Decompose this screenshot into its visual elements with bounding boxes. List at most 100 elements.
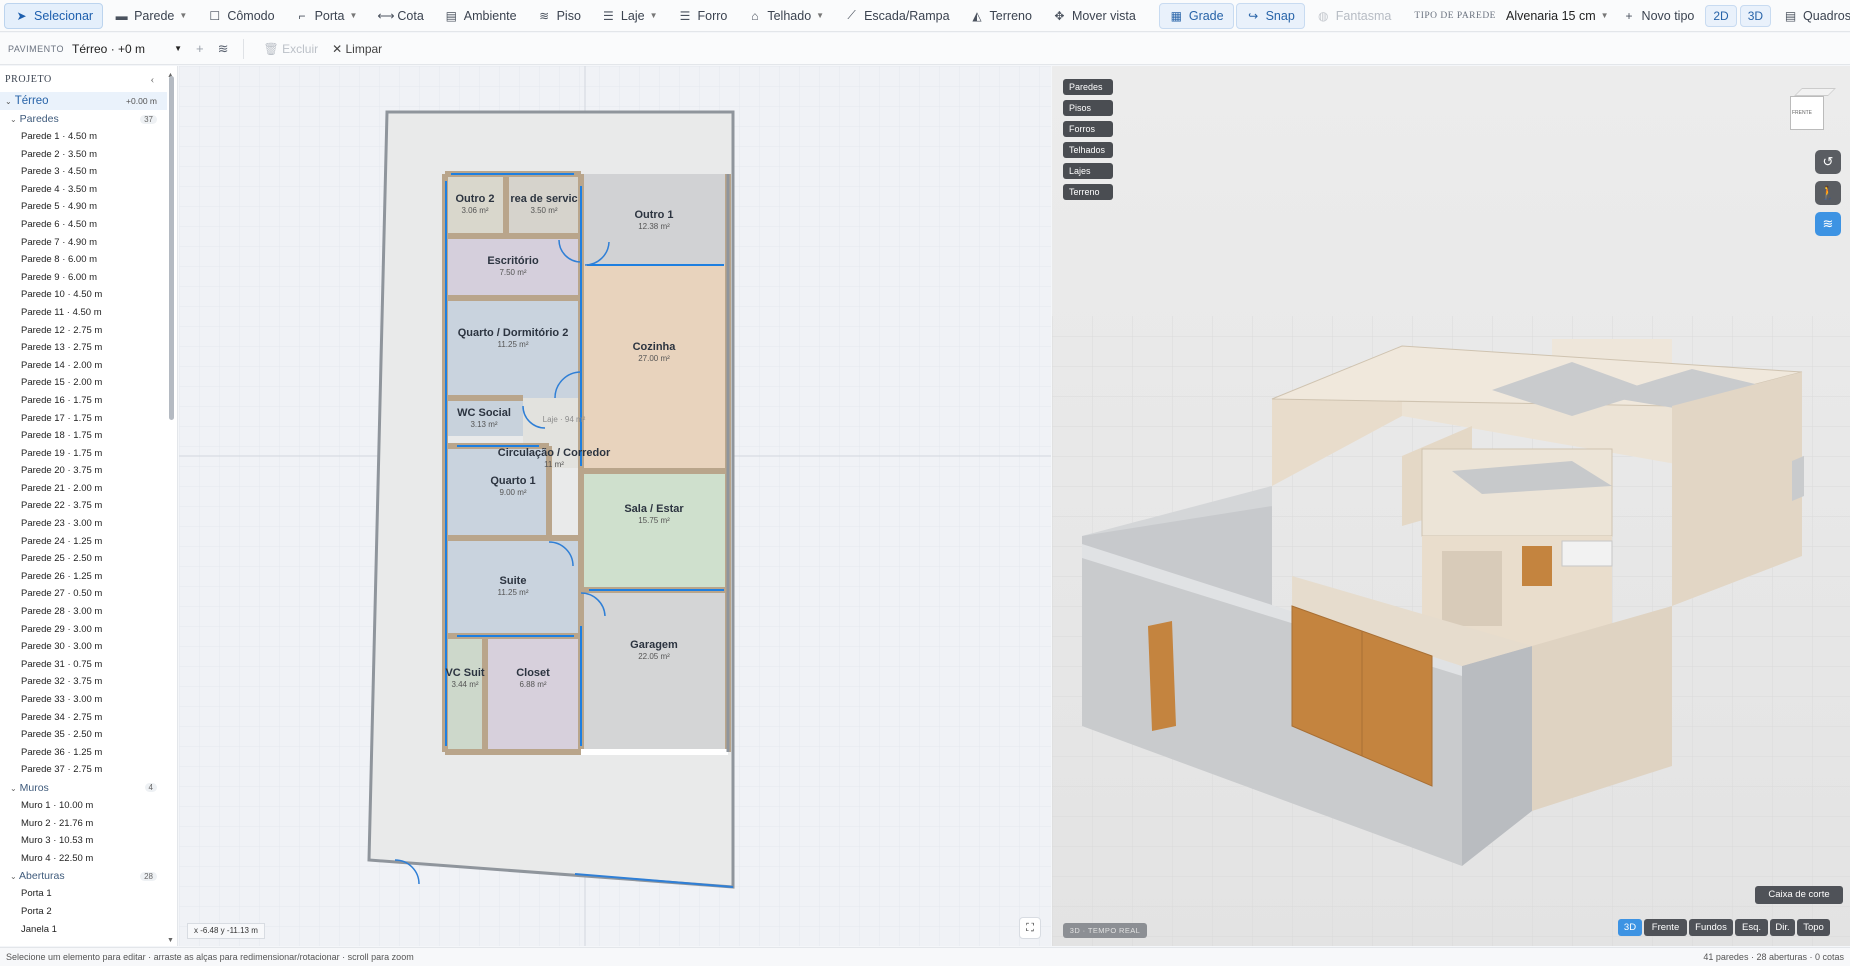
tool-floor-button[interactable]: ≋ Piso xyxy=(528,3,590,29)
wall-type-select[interactable]: Alvenaria 15 cm ▼ xyxy=(1502,4,1613,28)
tree-item[interactable]: Parede 23 · 3.00 m xyxy=(0,515,177,533)
tree-item[interactable]: Parede 28 · 3.00 m xyxy=(0,603,177,621)
tree-item[interactable]: Parede 15 · 2.00 m xyxy=(0,374,177,392)
tool-ceiling-button[interactable]: ☰ Forro xyxy=(668,3,736,29)
floor-plan-drawing[interactable]: Outro 23.06 m² rea de servic3.50 m² Outro … xyxy=(179,66,1051,946)
chevron-down-icon[interactable]: ▼ xyxy=(650,11,658,20)
view-cube[interactable]: FRENTE xyxy=(1784,86,1836,134)
tool-move-button[interactable]: ✥ Mover vista xyxy=(1043,3,1145,29)
layers-stack-icon[interactable]: ≋ xyxy=(1815,212,1841,236)
view-3d-button[interactable]: 3D xyxy=(1739,4,1772,27)
clear-button[interactable]: ✕ Limpar xyxy=(332,42,382,56)
tool-ambient-button[interactable]: ▤ Ambiente xyxy=(435,3,526,29)
section-box-button[interactable]: Caixa de corte xyxy=(1755,886,1843,904)
fit-view-icon[interactable]: ⛶ xyxy=(1019,917,1041,939)
tree-item[interactable]: Parede 35 · 2.50 m xyxy=(0,726,177,744)
tree-item[interactable]: Parede 18 · 1.75 m xyxy=(0,427,177,445)
layer-toggle[interactable]: Terreno xyxy=(1063,184,1113,200)
tree-group[interactable]: ⌄ Paredes 37 xyxy=(0,110,167,128)
tree-item[interactable]: Parede 1 · 4.50 m xyxy=(0,128,177,146)
tree-item[interactable]: Parede 4 · 3.50 m xyxy=(0,181,177,199)
floor-select[interactable]: Térreo · +0 m ▼ xyxy=(72,42,182,56)
room-fill[interactable] xyxy=(581,471,728,590)
tree-item[interactable]: Parede 34 · 2.75 m xyxy=(0,709,177,727)
tree-item[interactable]: Parede 2 · 3.50 m xyxy=(0,146,177,164)
tree-item[interactable]: Parede 27 · 0.50 m xyxy=(0,585,177,603)
collapse-icon[interactable]: ‹ xyxy=(150,72,155,87)
tree-item[interactable]: Parede 8 · 6.00 m xyxy=(0,251,177,269)
tree-group[interactable]: ⌄ Aberturas 28 xyxy=(0,867,167,885)
tree-group[interactable]: ⌄ Muros 4 xyxy=(0,779,167,797)
tree-item[interactable]: Parede 33 · 3.00 m xyxy=(0,691,177,709)
tool-wall-button[interactable]: ▬ Parede ▼ xyxy=(105,3,196,29)
layer-toggle[interactable]: Lajes xyxy=(1063,163,1113,179)
room-fill[interactable] xyxy=(445,174,506,236)
layer-toggle[interactable]: Paredes xyxy=(1063,79,1113,95)
delete-button[interactable]: 🗑 Excluir xyxy=(264,42,319,56)
view-2d-button[interactable]: 2D xyxy=(1705,4,1737,27)
tree-item[interactable]: Parede 3 · 4.50 m xyxy=(0,163,177,181)
tool-dimension-button[interactable]: ⟷ Cota xyxy=(368,3,432,29)
room-fill[interactable] xyxy=(485,636,581,752)
tool-room-button[interactable]: ☐ Cômodo xyxy=(198,3,283,29)
tree-item[interactable]: Parede 36 · 1.25 m xyxy=(0,744,177,762)
tree-item[interactable]: Parede 10 · 4.50 m xyxy=(0,286,177,304)
tree-item[interactable]: Parede 9 · 6.00 m xyxy=(0,269,177,287)
snap-toggle-button[interactable]: ↪ Snap xyxy=(1235,2,1305,29)
new-type-button[interactable]: + Novo tipo xyxy=(1613,3,1704,29)
camera-preset-button[interactable]: Frente xyxy=(1644,919,1687,936)
tree-item[interactable]: Parede 20 · 3.75 m xyxy=(0,462,177,480)
camera-preset-button[interactable]: 3D xyxy=(1618,919,1642,936)
sidebar-scroll-thumb[interactable] xyxy=(169,76,174,420)
room-fill[interactable] xyxy=(581,265,728,471)
scroll-down-icon[interactable]: ▼ xyxy=(167,937,174,944)
layer-toggle[interactable]: Pisos xyxy=(1063,100,1113,116)
tree-item[interactable]: Parede 22 · 3.75 m xyxy=(0,497,177,515)
chevron-down-icon[interactable]: ▼ xyxy=(349,11,357,20)
ghost-toggle-button[interactable]: ◍ Fantasma xyxy=(1307,3,1401,29)
tree-item[interactable]: Muro 2 · 21.76 m xyxy=(0,815,177,833)
tree-item[interactable]: Muro 3 · 10.53 m xyxy=(0,832,177,850)
camera-preset-button[interactable]: Esq. xyxy=(1735,919,1768,936)
tree-item[interactable]: Parede 21 · 2.00 m xyxy=(0,480,177,498)
tree-item[interactable]: Parede 6 · 4.50 m xyxy=(0,216,177,234)
tree-floor[interactable]: ⌄ Térreo +0.00 m xyxy=(0,92,167,110)
tree-item[interactable]: Muro 1 · 10.00 m xyxy=(0,797,177,815)
tree-item[interactable]: Porta 1 xyxy=(0,885,177,903)
tree-item[interactable]: Parede 29 · 3.00 m xyxy=(0,621,177,639)
tool-slab-button[interactable]: ☰ Laje ▼ xyxy=(592,3,667,29)
3d-scene[interactable] xyxy=(1052,66,1850,946)
layers-icon[interactable]: ≋ xyxy=(218,41,229,57)
tree-item[interactable]: Janela 1 xyxy=(0,921,177,939)
camera-preset-button[interactable]: Fundos xyxy=(1689,919,1733,936)
camera-preset-button[interactable]: Dir. xyxy=(1770,919,1795,936)
3d-viewport[interactable]: Paredes Pisos Forros Telhados Lajes Terreno F… xyxy=(1052,66,1850,946)
tree-item[interactable]: Parede 7 · 4.90 m xyxy=(0,234,177,252)
room-fill[interactable] xyxy=(445,446,549,538)
chevron-down-icon[interactable]: ▼ xyxy=(179,11,187,20)
tree-item[interactable]: Porta 2 xyxy=(0,903,177,921)
tree-item[interactable]: Parede 16 · 1.75 m xyxy=(0,392,177,410)
view-cube-top[interactable] xyxy=(1794,88,1836,96)
tool-cursor-button[interactable]: ➤ Selecionar xyxy=(4,2,104,29)
tool-roof-button[interactable]: ⌂ Telhado ▼ xyxy=(738,3,833,29)
tree-item[interactable]: Parede 32 · 3.75 m xyxy=(0,673,177,691)
frames-button[interactable]: ▤ Quadros xyxy=(1774,3,1850,29)
tree-item[interactable]: Parede 37 · 2.75 m xyxy=(0,761,177,779)
room-fill[interactable] xyxy=(445,538,581,636)
chevron-down-icon[interactable]: ▼ xyxy=(816,11,824,20)
tree-item[interactable]: Parede 19 · 1.75 m xyxy=(0,445,177,463)
tree-item[interactable]: Parede 12 · 2.75 m xyxy=(0,322,177,340)
tree-item[interactable]: Parede 31 · 0.75 m xyxy=(0,656,177,674)
tree-item[interactable]: Parede 30 · 3.00 m xyxy=(0,638,177,656)
tree-item[interactable]: Muro 4 · 22.50 m xyxy=(0,850,177,868)
room-fill[interactable] xyxy=(581,590,728,752)
layer-toggle[interactable]: Forros xyxy=(1063,121,1113,137)
tree-item[interactable]: Parede 14 · 2.00 m xyxy=(0,357,177,375)
tree-item[interactable]: Parede 25 · 2.50 m xyxy=(0,550,177,568)
tree-item[interactable]: Parede 13 · 2.75 m xyxy=(0,339,177,357)
tool-stairs-button[interactable]: ⟋ Escada/Rampa xyxy=(835,3,958,29)
grid-toggle-button[interactable]: ▦ Grade xyxy=(1158,2,1234,29)
tree-item[interactable]: Parede 11 · 4.50 m xyxy=(0,304,177,322)
reset-view-icon[interactable]: ↺ xyxy=(1815,150,1841,174)
